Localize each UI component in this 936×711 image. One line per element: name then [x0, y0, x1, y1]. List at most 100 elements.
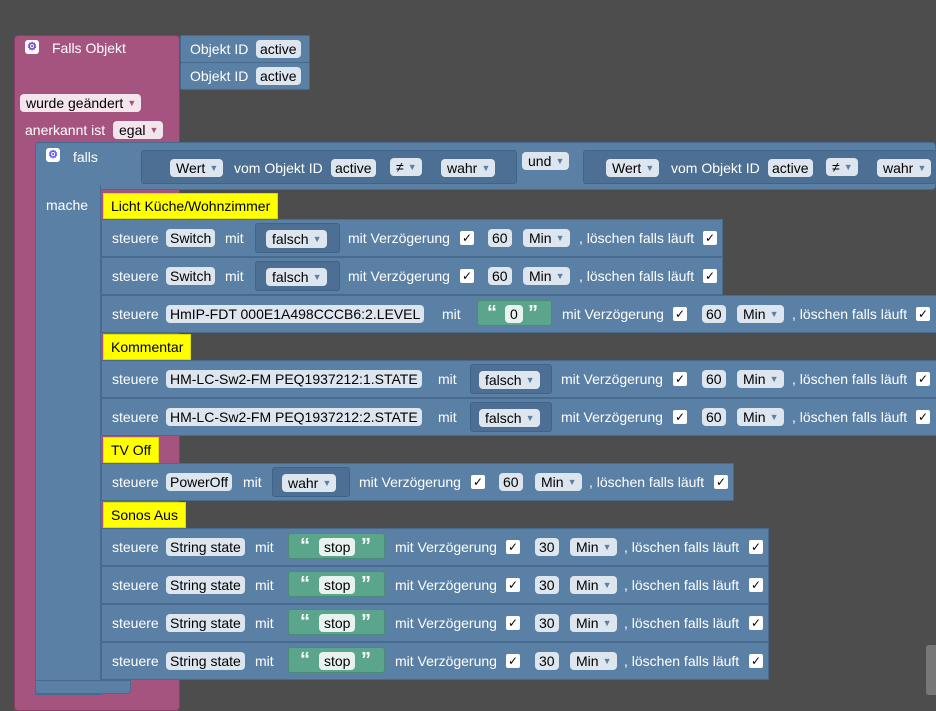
- delay-checkbox[interactable]: ✓: [506, 654, 520, 668]
- clear-checkbox[interactable]: ✓: [916, 372, 930, 386]
- delay-label: mit Verzögerung: [348, 230, 450, 246]
- gear-icon[interactable]: ⚙: [25, 40, 39, 54]
- delay-label: mit Verzögerung: [561, 409, 663, 425]
- logic-operator-dropdown[interactable]: und ▼: [522, 152, 570, 170]
- clear-label: , löschen falls läuft: [624, 653, 740, 669]
- text-value-block[interactable]: “ stop ”: [288, 609, 385, 635]
- object-id-value[interactable]: active: [768, 159, 813, 177]
- delay-value[interactable]: 60: [499, 473, 523, 491]
- clear-checkbox[interactable]: ✓: [916, 307, 930, 321]
- clear-checkbox[interactable]: ✓: [714, 475, 728, 489]
- clear-label: , löschen falls läuft: [792, 371, 908, 387]
- text-value[interactable]: stop: [319, 576, 356, 594]
- delay-checkbox[interactable]: ✓: [506, 578, 520, 592]
- value-field-dropdown[interactable]: Wert ▼: [606, 159, 660, 177]
- target-object[interactable]: String state: [166, 614, 245, 632]
- clear-checkbox[interactable]: ✓: [703, 269, 717, 283]
- trash-icon[interactable]: [926, 645, 936, 695]
- unit-dropdown[interactable]: Min ▼: [570, 614, 617, 632]
- unit-dropdown[interactable]: Min ▼: [737, 305, 784, 323]
- unit-dropdown[interactable]: Min ▼: [570, 538, 617, 556]
- clear-checkbox[interactable]: ✓: [749, 540, 763, 554]
- delay-value[interactable]: 30: [535, 538, 559, 556]
- clear-checkbox[interactable]: ✓: [916, 410, 930, 424]
- target-object[interactable]: HM-LC-Sw2-FM PEQ1937212:2.STATE: [166, 408, 422, 426]
- control-label: steuere: [112, 409, 159, 425]
- clear-checkbox[interactable]: ✓: [703, 231, 717, 245]
- target-object[interactable]: String state: [166, 576, 245, 594]
- with-label: mit: [255, 577, 274, 593]
- unit-dropdown[interactable]: Min ▼: [523, 267, 570, 285]
- unit-dropdown[interactable]: Min ▼: [570, 652, 617, 670]
- change-dropdown[interactable]: wurde geändert ▼: [20, 94, 142, 112]
- delay-value[interactable]: 60: [702, 305, 726, 323]
- bool-dropdown[interactable]: wahr ▼: [441, 159, 496, 177]
- delay-checkbox[interactable]: ✓: [471, 475, 485, 489]
- text-value[interactable]: 0: [505, 305, 523, 323]
- delay-label: mit Verzögerung: [562, 306, 664, 322]
- comment-block[interactable]: TV Off: [103, 437, 160, 463]
- of-object-label: vom Objekt ID: [234, 160, 323, 176]
- delay-checkbox[interactable]: ✓: [460, 269, 474, 283]
- delay-label: mit Verzögerung: [395, 539, 497, 555]
- control-label: steuere: [112, 230, 159, 246]
- ack-dropdown[interactable]: egal ▼: [113, 121, 164, 139]
- text-value-block[interactable]: “ stop ”: [288, 571, 385, 597]
- if-label: falls: [73, 149, 98, 165]
- gear-icon[interactable]: ⚙: [46, 148, 60, 162]
- value-dropdown[interactable]: falsch ▼: [266, 230, 327, 248]
- target-object[interactable]: String state: [166, 538, 245, 556]
- delay-checkbox[interactable]: ✓: [460, 231, 474, 245]
- target-object[interactable]: Switch: [166, 267, 216, 285]
- text-value-block[interactable]: “ stop ”: [288, 533, 385, 559]
- operator-dropdown[interactable]: ≠ ▼: [390, 158, 422, 176]
- delay-checkbox[interactable]: ✓: [506, 540, 520, 554]
- comment-block[interactable]: Sonos Aus: [103, 502, 186, 528]
- value-dropdown[interactable]: falsch ▼: [266, 268, 327, 286]
- value-dropdown[interactable]: falsch ▼: [479, 371, 540, 389]
- delay-value[interactable]: 30: [535, 576, 559, 594]
- delay-value[interactable]: 30: [535, 652, 559, 670]
- text-value-block[interactable]: “ stop ”: [288, 647, 385, 673]
- target-object[interactable]: PowerOff: [166, 473, 233, 491]
- text-value[interactable]: stop: [319, 652, 356, 670]
- delay-checkbox[interactable]: ✓: [673, 372, 687, 386]
- delay-value[interactable]: 60: [488, 267, 512, 285]
- text-value[interactable]: stop: [319, 614, 356, 632]
- delay-checkbox[interactable]: ✓: [673, 410, 687, 424]
- object-id-value[interactable]: active: [331, 159, 376, 177]
- delay-value[interactable]: 60: [488, 229, 512, 247]
- clear-checkbox[interactable]: ✓: [749, 616, 763, 630]
- target-object[interactable]: String state: [166, 652, 245, 670]
- of-object-label: vom Objekt ID: [671, 160, 760, 176]
- unit-dropdown[interactable]: Min ▼: [523, 229, 570, 247]
- unit-dropdown[interactable]: Min ▼: [535, 473, 582, 491]
- text-value-block[interactable]: “ 0 ”: [477, 300, 552, 326]
- unit-dropdown[interactable]: Min ▼: [737, 408, 784, 426]
- target-object[interactable]: HmIP-FDT 000E1A498CCCB6:2.LEVEL: [166, 305, 425, 323]
- delay-value[interactable]: 60: [702, 370, 726, 388]
- object-id-value[interactable]: active: [256, 67, 301, 85]
- open-quote-icon: “: [300, 649, 310, 671]
- bool-dropdown[interactable]: wahr ▼: [877, 159, 932, 177]
- clear-label: , löschen falls läuft: [792, 306, 908, 322]
- target-object[interactable]: Switch: [166, 229, 216, 247]
- unit-dropdown[interactable]: Min ▼: [570, 576, 617, 594]
- value-dropdown[interactable]: falsch ▼: [479, 409, 540, 427]
- delay-checkbox[interactable]: ✓: [506, 616, 520, 630]
- with-label: mit: [442, 306, 461, 322]
- value-field-dropdown[interactable]: Wert ▼: [170, 159, 224, 177]
- delay-checkbox[interactable]: ✓: [673, 307, 687, 321]
- clear-checkbox[interactable]: ✓: [749, 578, 763, 592]
- delay-value[interactable]: 60: [702, 408, 726, 426]
- target-object[interactable]: HM-LC-Sw2-FM PEQ1937212:1.STATE: [166, 370, 422, 388]
- delay-value[interactable]: 30: [535, 614, 559, 632]
- operator-dropdown[interactable]: ≠ ▼: [826, 158, 858, 176]
- value-dropdown[interactable]: wahr ▼: [282, 474, 337, 492]
- unit-dropdown[interactable]: Min ▼: [737, 370, 784, 388]
- text-value[interactable]: stop: [319, 538, 356, 556]
- clear-checkbox[interactable]: ✓: [749, 654, 763, 668]
- object-id-value[interactable]: active: [256, 40, 301, 58]
- comment-block[interactable]: Licht Küche/Wohnzimmer: [103, 193, 279, 219]
- comment-block[interactable]: Kommentar: [103, 334, 192, 360]
